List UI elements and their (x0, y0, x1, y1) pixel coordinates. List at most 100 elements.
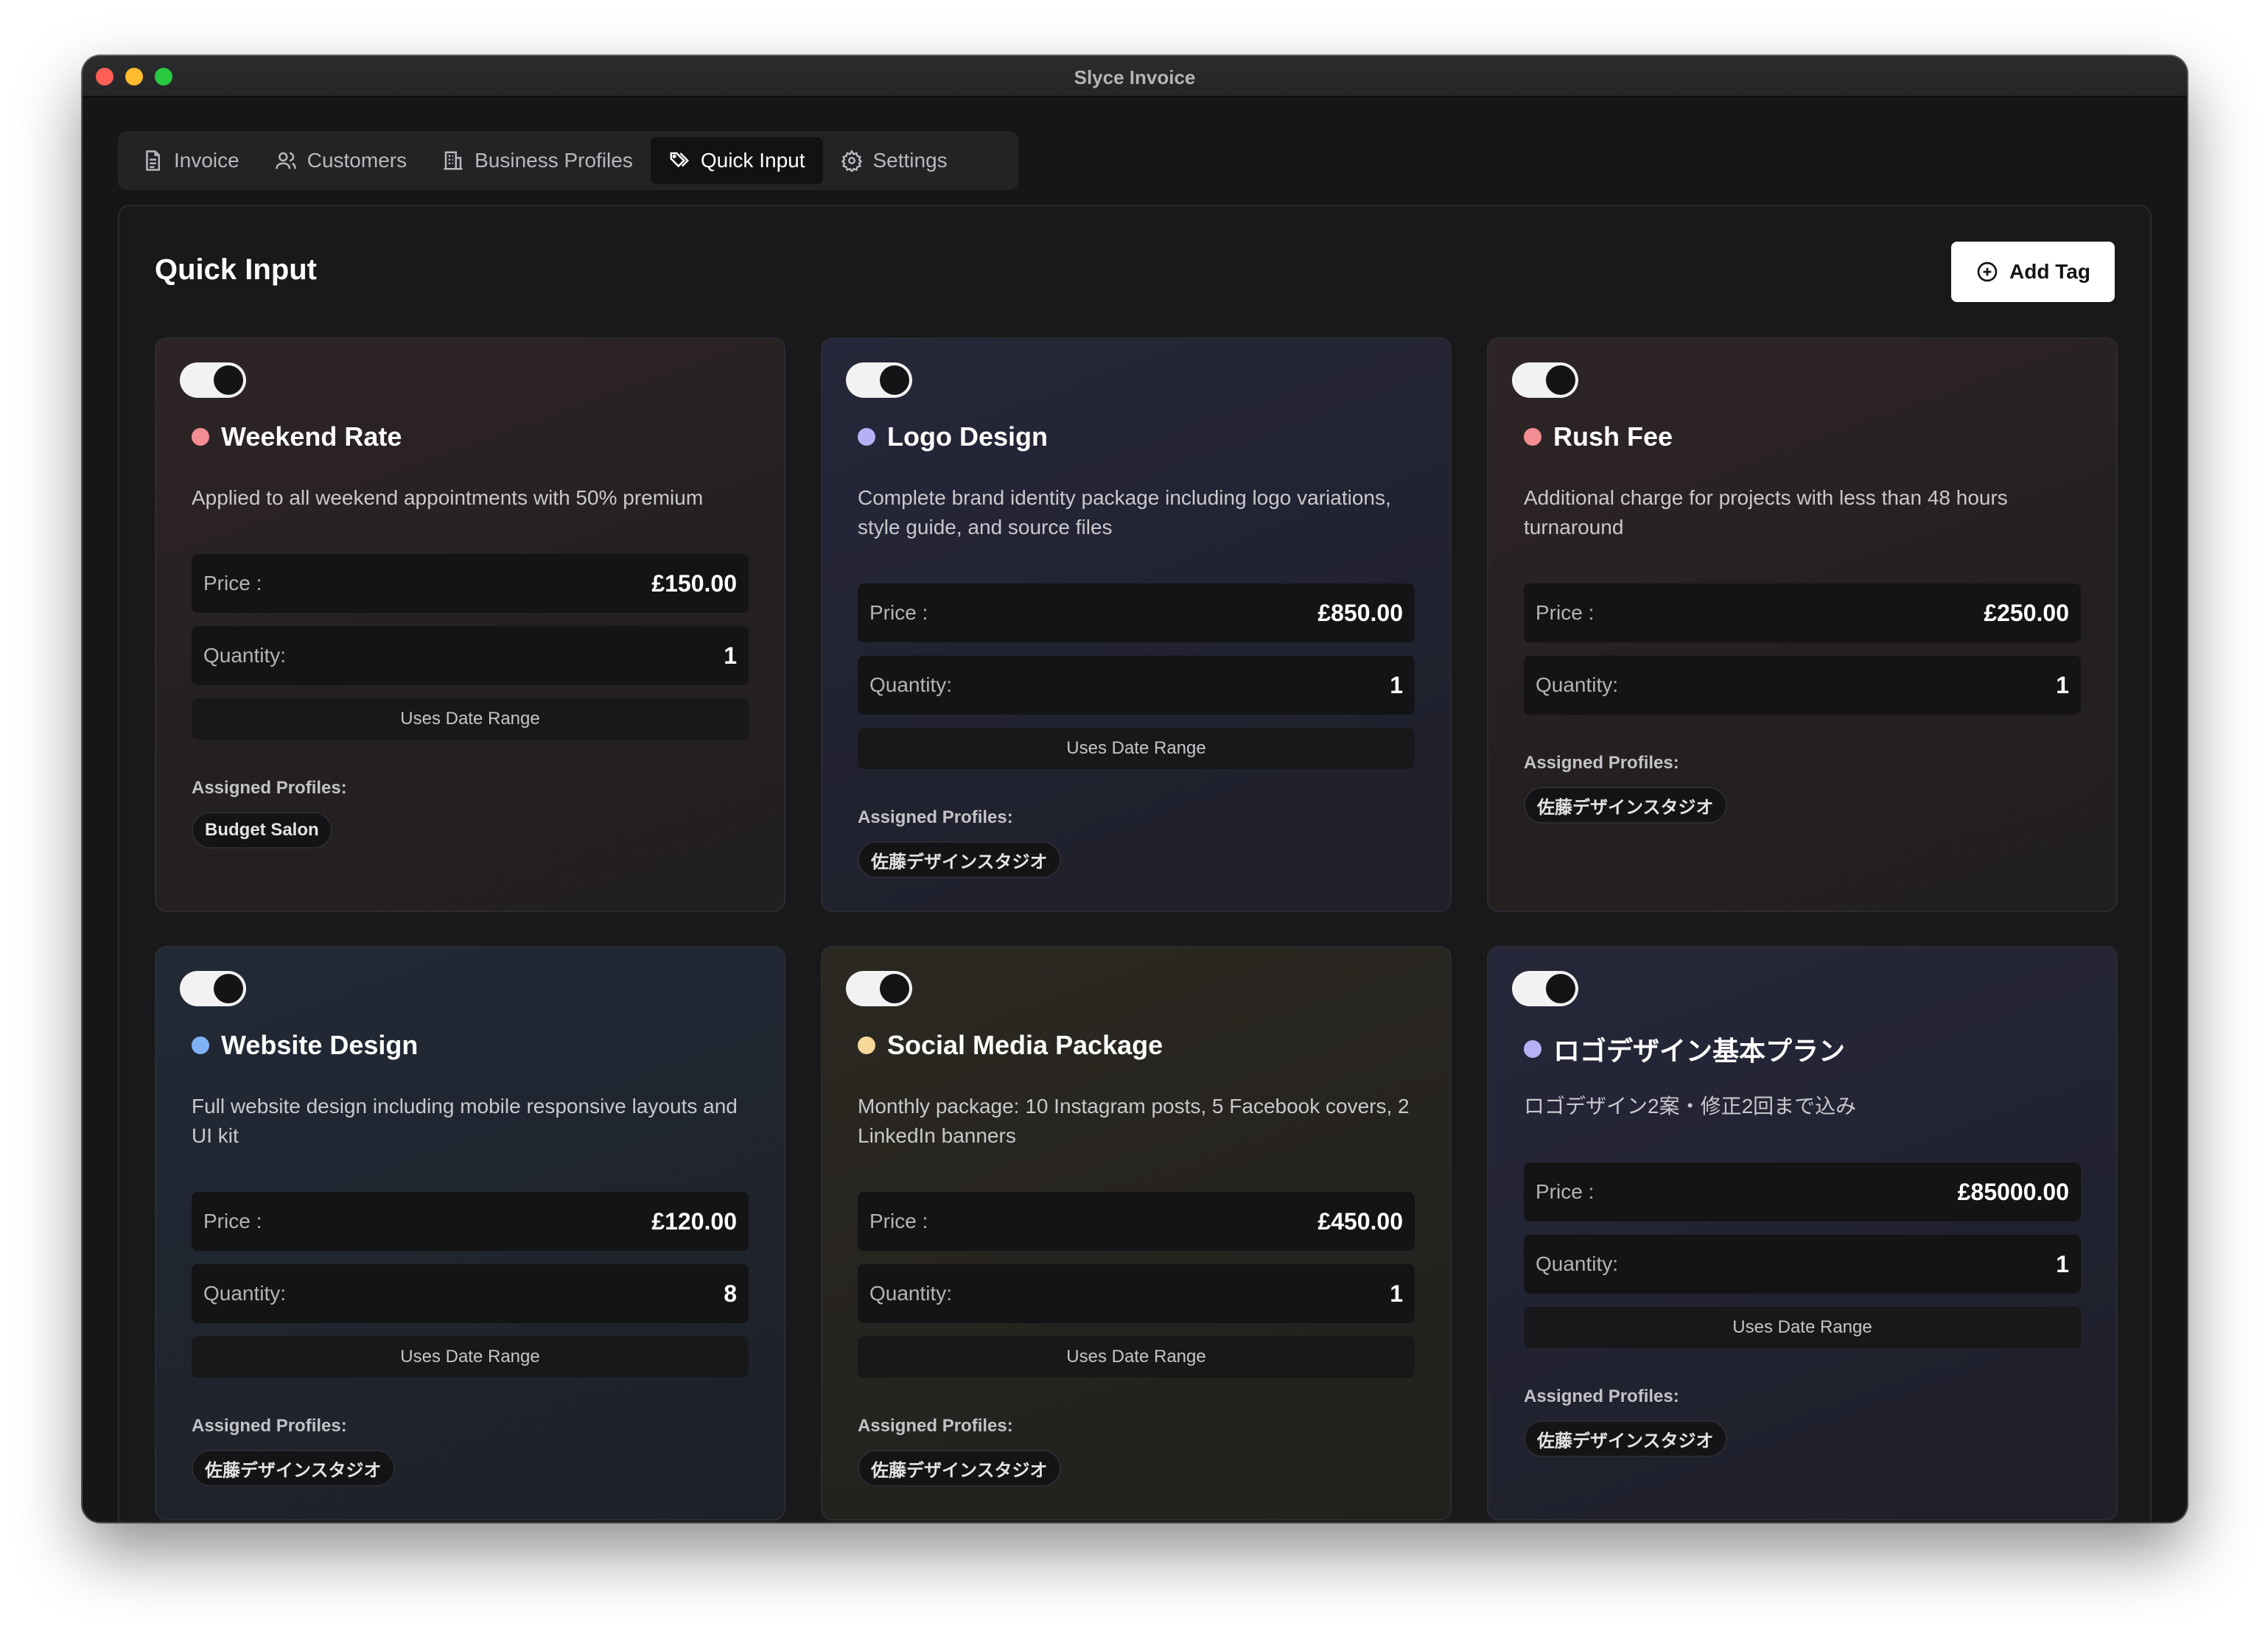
tab-quick-input[interactable]: Quick Input (650, 137, 823, 184)
quantity-field[interactable]: Quantity: 8 (192, 1264, 749, 1323)
quantity-field[interactable]: Quantity: 1 (858, 656, 1415, 715)
price-label: Price : (869, 601, 928, 624)
card-description: Applied to all weekend appointments with… (192, 486, 704, 509)
price-field[interactable]: Price : £120.00 (192, 1192, 749, 1251)
date-range-badge: Uses Date Range (1524, 1307, 2081, 1348)
price-field[interactable]: Price : £450.00 (858, 1192, 1415, 1251)
assigned-profiles-label: Assigned Profiles: (1524, 1386, 1679, 1406)
price-value: £120.00 (651, 1207, 737, 1235)
date-range-badge: Uses Date Range (192, 698, 749, 740)
quick-input-panel: Quick Input Add Tag Weekend Rate Applied… (118, 205, 2152, 1522)
app-window: Slyce Invoice Invoice Customers Business… (83, 56, 2187, 1522)
tab-settings[interactable]: Settings (823, 137, 965, 184)
tab-customers[interactable]: Customers (257, 137, 424, 184)
assigned-profiles-label: Assigned Profiles: (192, 1416, 347, 1436)
card-title: Logo Design (887, 421, 1048, 452)
enable-toggle[interactable] (1512, 971, 1578, 1006)
card-description: Full website design including mobile res… (192, 1095, 738, 1147)
tab-label: Invoice (174, 149, 239, 172)
enable-toggle[interactable] (1512, 362, 1578, 398)
card-header: Weekend Rate (192, 421, 402, 452)
quantity-value: 8 (724, 1280, 737, 1307)
profile-chip[interactable]: 佐藤デザインスタジオ (858, 841, 1061, 878)
document-icon (146, 150, 160, 171)
add-tag-button[interactable]: Add Tag (1951, 242, 2115, 302)
quantity-value: 1 (2056, 1250, 2069, 1277)
toggle-knob (1546, 365, 1575, 395)
tab-label: Customers (307, 149, 407, 172)
enable-toggle[interactable] (846, 362, 912, 398)
date-range-badge: Uses Date Range (858, 1336, 1415, 1378)
toggle-knob (214, 365, 243, 395)
plus-circle-icon (1977, 262, 1998, 282)
price-value: £450.00 (1317, 1207, 1403, 1235)
price-field[interactable]: Price : £150.00 (192, 554, 749, 613)
assigned-profiles-label: Assigned Profiles: (858, 807, 1013, 827)
assigned-profiles-label: Assigned Profiles: (858, 1416, 1013, 1436)
tags-icon (670, 152, 689, 168)
quantity-field[interactable]: Quantity: 1 (1524, 656, 2081, 715)
price-value: £250.00 (1984, 599, 2069, 626)
quick-input-card: Rush Fee Additional charge for projects … (1487, 337, 2118, 912)
quantity-field[interactable]: Quantity: 1 (858, 1264, 1415, 1323)
quantity-label: Quantity: (1536, 1252, 1619, 1275)
card-description: Additional charge for projects with less… (1524, 486, 2008, 539)
price-value: £150.00 (651, 569, 737, 597)
quick-input-card: Weekend Rate Applied to all weekend appo… (155, 337, 785, 912)
card-title: Rush Fee (1553, 421, 1673, 452)
quantity-value: 1 (1390, 1280, 1403, 1307)
tab-label: Settings (872, 149, 948, 172)
price-label: Price : (1536, 601, 1595, 624)
card-title: Website Design (221, 1030, 419, 1060)
tab-bar: Invoice Customers Business Profiles Quic… (118, 131, 1018, 190)
card-description: ロゴデザイン2案・修正2回まで込み (1524, 1095, 1857, 1118)
price-label: Price : (203, 1210, 262, 1232)
profile-chip[interactable]: 佐藤デザインスタジオ (192, 1450, 395, 1487)
quick-input-card: Logo Design Complete brand identity pack… (821, 337, 1452, 912)
building-icon (444, 151, 463, 170)
card-header: Social Media Package (858, 1030, 1163, 1061)
date-range-badge: Uses Date Range (858, 728, 1415, 769)
users-icon (275, 152, 296, 169)
color-dot (192, 1037, 209, 1054)
color-dot (1524, 428, 1541, 446)
price-field[interactable]: Price : £85000.00 (1524, 1162, 2081, 1221)
assigned-profiles-label: Assigned Profiles: (192, 778, 347, 798)
quantity-label: Quantity: (203, 1282, 287, 1305)
quantity-value: 1 (2056, 671, 2069, 698)
profile-chip[interactable]: 佐藤デザインスタジオ (1524, 1420, 1727, 1457)
quantity-value: 1 (724, 642, 737, 669)
toggle-knob (880, 365, 909, 395)
toggle-knob (214, 974, 243, 1003)
tab-label: Quick Input (700, 149, 805, 172)
card-title: Weekend Rate (221, 421, 402, 452)
enable-toggle[interactable] (180, 362, 246, 398)
enable-toggle[interactable] (846, 971, 912, 1006)
profile-chip[interactable]: Budget Salon (192, 812, 332, 849)
color-dot (1524, 1040, 1541, 1058)
price-field[interactable]: Price : £250.00 (1524, 583, 2081, 642)
color-dot (858, 428, 875, 446)
tab-invoice[interactable]: Invoice (124, 137, 257, 184)
enable-toggle[interactable] (180, 971, 246, 1006)
quick-input-card: Website Design Full website design inclu… (155, 946, 785, 1520)
toggle-knob (880, 974, 909, 1003)
add-tag-label: Add Tag (2009, 260, 2090, 283)
tab-business-profiles[interactable]: Business Profiles (424, 137, 651, 184)
card-header: Rush Fee (1524, 421, 1673, 452)
page-title: Quick Input (155, 253, 317, 286)
assigned-profiles-label: Assigned Profiles: (1524, 753, 1679, 773)
profile-chip[interactable]: 佐藤デザインスタジオ (1524, 787, 1727, 824)
quick-input-card: Social Media Package Monthly package: 10… (821, 946, 1452, 1520)
profile-chip[interactable]: 佐藤デザインスタジオ (858, 1450, 1061, 1487)
quantity-field[interactable]: Quantity: 1 (1524, 1235, 2081, 1294)
color-dot (858, 1037, 875, 1054)
card-header: Website Design (192, 1030, 418, 1061)
toggle-knob (1546, 974, 1575, 1003)
price-field[interactable]: Price : £850.00 (858, 583, 1415, 642)
quantity-field[interactable]: Quantity: 1 (192, 626, 749, 685)
card-header: Logo Design (858, 421, 1048, 452)
color-dot (192, 428, 209, 446)
price-label: Price : (1536, 1180, 1595, 1203)
price-label: Price : (203, 572, 262, 594)
